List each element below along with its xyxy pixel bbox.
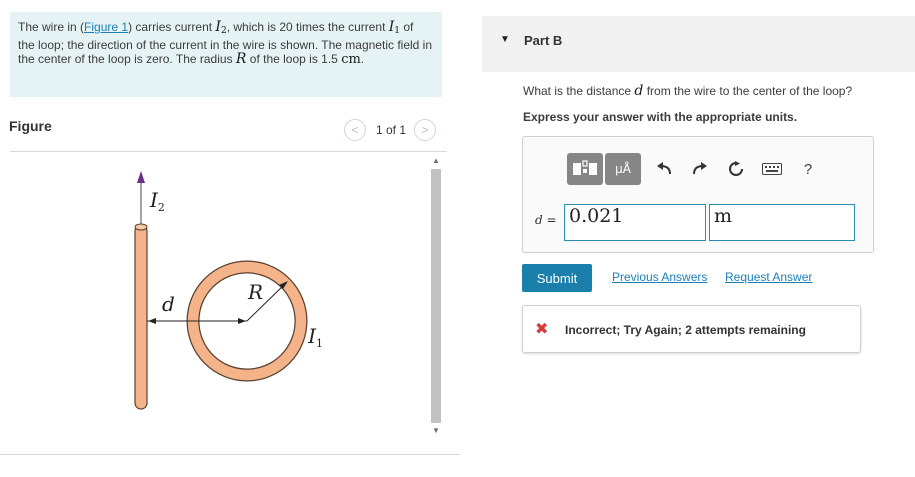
problem-text-5: of the loop is 1.5 — [246, 52, 342, 66]
pager-prev-button[interactable]: < — [344, 119, 366, 141]
label-d: d — [162, 292, 175, 316]
incorrect-icon: ✖ — [535, 321, 549, 338]
answer-label: d = — [535, 213, 557, 227]
templates-icon — [573, 160, 597, 175]
figure-bottom-divider — [0, 454, 460, 455]
problem-text-2: ) carries current — [128, 20, 216, 34]
feedback-text: Incorrect; Try Again; 2 attempts remaini… — [565, 323, 806, 337]
reset-icon[interactable] — [721, 159, 751, 179]
part-b-header[interactable]: ▼ Part B — [482, 16, 915, 72]
redo-icon[interactable] — [685, 159, 715, 179]
submit-button[interactable]: Submit — [522, 264, 592, 292]
current-arrow-head — [137, 171, 145, 183]
pager-next-button[interactable]: > — [414, 119, 437, 141]
feedback-box: ✖ Incorrect; Try Again; 2 attempts remai… — [522, 305, 861, 353]
var-I2: I2 — [215, 19, 227, 36]
label-I2: I2 — [149, 188, 165, 214]
part-title: Part B — [524, 33, 563, 48]
wire-top — [134, 223, 148, 231]
previous-answers-link[interactable]: Previous Answers — [612, 270, 707, 284]
label-R: R — [247, 280, 263, 304]
var-R: R — [235, 51, 247, 67]
undo-icon[interactable] — [649, 159, 679, 179]
figure-scrollbar[interactable]: ▲ ▼ — [429, 153, 443, 438]
figure-pager: < 1 of 1 > — [344, 119, 437, 141]
answer-value-input[interactable]: 0.021 — [564, 204, 706, 241]
scroll-down-icon[interactable]: ▼ — [431, 425, 441, 435]
instruction-text: Express your answer with the appropriate… — [523, 110, 798, 124]
problem-statement: The wire in (Figure 1) carries current I… — [10, 12, 442, 97]
question-text: What is the distance d from the wire to … — [523, 83, 853, 99]
help-icon[interactable]: ? — [793, 159, 823, 179]
pager-text: 1 of 1 — [376, 123, 407, 137]
templates-button[interactable] — [567, 153, 603, 185]
figure-title: Figure — [9, 118, 52, 134]
figure-diagram: I2 d R I1 — [134, 171, 323, 410]
collapse-caret-icon[interactable]: ▼ — [500, 34, 510, 45]
units-label: μÅ — [615, 162, 631, 176]
math-toolbar: μÅ ? — [567, 153, 823, 185]
problem-text-1: The wire in ( — [18, 20, 85, 34]
problem-text-3: , which is 20 times the current — [226, 20, 386, 34]
unit-cm: cm — [341, 52, 361, 67]
problem-text-6: . — [360, 52, 365, 66]
question-var-d: d — [634, 83, 644, 99]
d-arrow-left — [148, 318, 156, 324]
units-button[interactable]: μÅ — [605, 153, 641, 185]
keyboard-icon[interactable] — [757, 159, 787, 179]
wire — [134, 224, 148, 410]
scroll-thumb[interactable] — [431, 169, 441, 423]
d-arrow-right — [238, 318, 246, 324]
var-I1: I1 — [388, 19, 401, 36]
figure-divider — [10, 151, 447, 152]
answer-box: μÅ ? d = 0.021 m — [522, 136, 874, 253]
figure-link[interactable]: Figure 1 — [84, 20, 128, 34]
scroll-up-icon[interactable]: ▲ — [431, 155, 441, 165]
request-answer-link[interactable]: Request Answer — [725, 270, 812, 284]
answer-unit-input[interactable]: m — [709, 204, 855, 241]
label-I1: I1 — [307, 324, 323, 350]
